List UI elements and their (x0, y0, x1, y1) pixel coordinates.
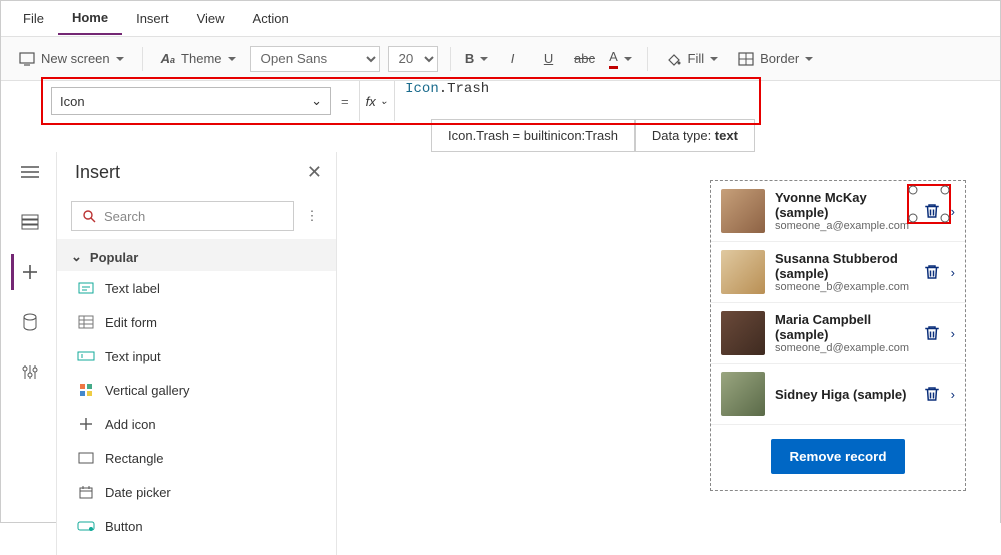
more-options-button[interactable]: ⋮ (302, 208, 322, 224)
text-input-icon (77, 347, 95, 365)
edit-form-icon (77, 313, 95, 331)
gallery-row[interactable]: Yvonne McKay (sample) someone_a@example.… (711, 181, 965, 242)
fx-button[interactable]: fx ⌄ (359, 81, 396, 121)
chevron-down-icon: ⌄ (71, 249, 82, 265)
screen-icon (19, 52, 35, 66)
trash-icon[interactable] (923, 202, 941, 220)
avatar (721, 372, 765, 416)
vertical-gallery-icon (77, 381, 95, 399)
new-screen-button[interactable]: New screen (13, 51, 130, 66)
border-button[interactable]: Border (732, 51, 819, 66)
add-icon-icon (77, 415, 95, 433)
close-icon[interactable]: ✕ (307, 162, 322, 183)
property-selector[interactable]: Icon ⌄ (51, 87, 331, 115)
gallery-row[interactable]: Maria Campbell (sample) someone_d@exampl… (711, 303, 965, 364)
insert-item-button[interactable]: Button (57, 509, 336, 543)
insert-item-edit-form[interactable]: Edit form (57, 305, 336, 339)
border-label: Border (760, 51, 813, 66)
avatar (721, 250, 765, 294)
remove-record-button[interactable]: Remove record (771, 439, 904, 474)
rail-settings[interactable] (11, 354, 47, 390)
person-email: someone_b@example.com (775, 281, 913, 293)
person-name: Yvonne McKay (sample) (775, 190, 913, 220)
person-email: someone_a@example.com (775, 220, 913, 232)
trash-icon[interactable] (923, 263, 941, 281)
fill-icon (666, 52, 682, 66)
menu-file[interactable]: File (9, 3, 58, 34)
menu-action[interactable]: Action (239, 3, 303, 34)
chevron-right-icon[interactable]: › (951, 326, 955, 341)
ribbon-toolbar: New screen Aa Theme Open Sans 20 B I U a… (1, 37, 1000, 81)
person-name: Sidney Higa (sample) (775, 387, 913, 402)
formula-input[interactable]: Icon.Trash (405, 81, 988, 121)
italic-button[interactable]: I (499, 45, 527, 73)
rectangle-icon (77, 449, 95, 467)
formula-result-bar: Icon.Trash = builtinicon:Trash Data type… (431, 119, 1000, 152)
insert-item-list: Text label Edit form Text input Vertical… (57, 271, 336, 543)
insert-item-text-input[interactable]: Text input (57, 339, 336, 373)
person-email: someone_d@example.com (775, 342, 913, 354)
insert-item-add-icon[interactable]: Add icon (57, 407, 336, 441)
chevron-down-icon: ⌄ (311, 93, 322, 109)
avatar (721, 189, 765, 233)
vertical-gallery-control[interactable]: Yvonne McKay (sample) someone_a@example.… (710, 180, 966, 491)
equals-label: = (341, 94, 349, 109)
theme-label: Theme (181, 51, 235, 66)
person-name: Susanna Stubberod (sample) (775, 251, 913, 281)
left-rail (1, 152, 57, 555)
gallery-row[interactable]: Susanna Stubberod (sample) someone_b@exa… (711, 242, 965, 303)
underline-button[interactable]: U (535, 45, 563, 73)
formula-bar: Icon ⌄ = fx ⌄ Icon.Trash (1, 81, 1000, 121)
menu-view[interactable]: View (183, 3, 239, 34)
rail-hamburger[interactable] (11, 154, 47, 190)
insert-section-popular[interactable]: ⌄ Popular (57, 239, 336, 271)
search-icon (82, 209, 96, 223)
insert-panel: Insert ✕ Search ⋮ ⌄ Popular Text label E… (57, 152, 337, 555)
chevron-right-icon[interactable]: › (951, 387, 955, 402)
theme-button[interactable]: Aa Theme (155, 51, 242, 66)
rail-insert[interactable] (11, 254, 47, 290)
menu-home[interactable]: Home (58, 2, 122, 35)
font-color-button[interactable]: A (607, 45, 635, 73)
avatar (721, 311, 765, 355)
fill-button[interactable]: Fill (660, 51, 725, 66)
border-icon (738, 52, 754, 66)
trash-icon[interactable] (923, 324, 941, 342)
chevron-right-icon[interactable]: › (951, 265, 955, 280)
bold-button[interactable]: B (463, 45, 491, 73)
chevron-down-icon: ⌄ (380, 96, 388, 107)
main-area: Insert ✕ Search ⋮ ⌄ Popular Text label E… (1, 152, 1000, 555)
text-label-icon (77, 279, 95, 297)
rail-data[interactable] (11, 304, 47, 340)
property-selector-label: Icon (60, 94, 85, 109)
insert-item-text-label[interactable]: Text label (57, 271, 336, 305)
rail-tree-view[interactable] (11, 204, 47, 240)
fill-label: Fill (688, 51, 719, 66)
insert-item-rectangle[interactable]: Rectangle (57, 441, 336, 475)
strikethrough-button[interactable]: abc (571, 45, 599, 73)
insert-panel-title: Insert (75, 162, 120, 183)
formula-result-value: Icon.Trash = builtinicon:Trash (431, 119, 635, 152)
menu-insert[interactable]: Insert (122, 3, 183, 34)
trash-icon[interactable] (923, 385, 941, 403)
theme-icon: Aa (161, 51, 175, 66)
search-input[interactable]: Search (71, 201, 294, 231)
button-icon (77, 517, 95, 535)
gallery-row[interactable]: Sidney Higa (sample) › (711, 364, 965, 425)
insert-item-date-picker[interactable]: Date picker (57, 475, 336, 509)
person-name: Maria Campbell (sample) (775, 312, 913, 342)
chevron-right-icon[interactable]: › (951, 204, 955, 219)
date-picker-icon (77, 483, 95, 501)
design-canvas[interactable]: Yvonne McKay (sample) someone_a@example.… (337, 152, 1000, 555)
font-name-select[interactable]: Open Sans (250, 46, 380, 72)
insert-item-vertical-gallery[interactable]: Vertical gallery (57, 373, 336, 407)
search-placeholder: Search (104, 209, 145, 224)
new-screen-label: New screen (41, 51, 124, 66)
font-size-select[interactable]: 20 (388, 46, 438, 72)
formula-result-type: Data type: text (635, 119, 755, 152)
menu-bar: File Home Insert View Action (1, 1, 1000, 37)
